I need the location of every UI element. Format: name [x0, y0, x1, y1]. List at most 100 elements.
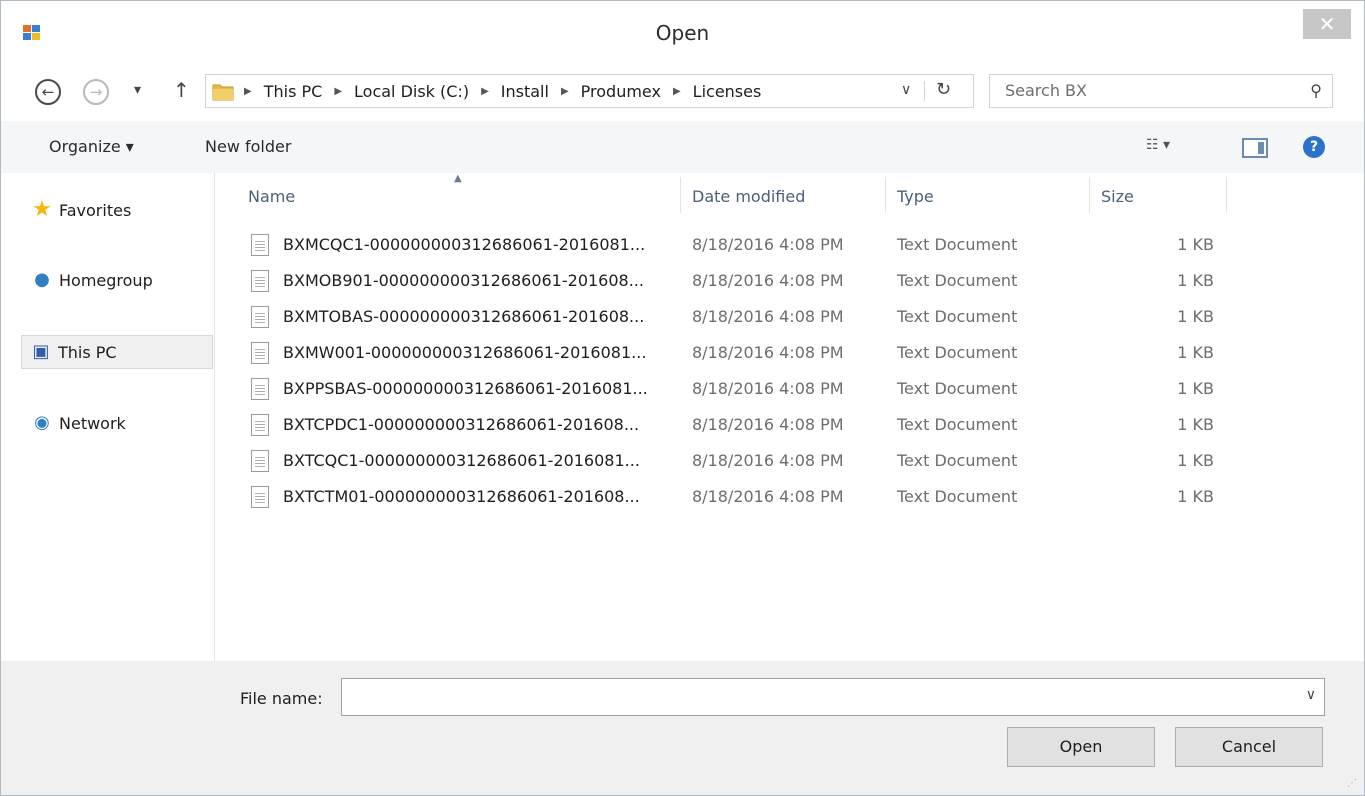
file-date: 8/18/2016 4:08 PM: [692, 307, 844, 326]
sidebar-item-this-pc[interactable]: ▣ This PC: [21, 335, 213, 369]
breadcrumb-this-pc[interactable]: This PC: [264, 82, 323, 101]
file-size: 1 KB: [1177, 271, 1214, 290]
preview-pane-icon[interactable]: [1242, 138, 1268, 158]
address-dropdown-icon[interactable]: ∨: [901, 82, 911, 98]
file-date: 8/18/2016 4:08 PM: [692, 271, 844, 290]
file-name: BXTCTM01-000000000312686061-201608...: [283, 487, 640, 506]
folder-icon: [212, 84, 234, 101]
file-row[interactable]: BXMCQC1-000000000312686061-2016081... 8/…: [216, 229, 1364, 265]
new-folder-button[interactable]: New folder: [205, 137, 291, 156]
file-date: 8/18/2016 4:08 PM: [692, 487, 844, 506]
sidebar-item-network[interactable]: ◉ Network: [21, 406, 213, 440]
file-type: Text Document: [897, 415, 1018, 434]
text-file-icon: [251, 486, 269, 508]
file-row[interactable]: BXTCPDC1-000000000312686061-201608... 8/…: [216, 409, 1364, 445]
refresh-icon[interactable]: ↻: [936, 79, 951, 100]
file-size: 1 KB: [1177, 307, 1214, 326]
title-bar[interactable]: Open ✕: [1, 1, 1364, 63]
command-bar: Organize ▾ New folder ☷ ▾ ?: [1, 121, 1364, 173]
breadcrumb-produmex[interactable]: Produmex: [581, 82, 661, 101]
chevron-down-icon[interactable]: ∨: [1306, 687, 1316, 703]
column-header-name[interactable]: Name: [248, 187, 295, 217]
help-icon-glyph: ?: [1309, 139, 1319, 155]
text-file-icon: [251, 234, 269, 256]
sidebar-item-homegroup[interactable]: ● Homegroup: [21, 263, 213, 297]
breadcrumb-local-disk[interactable]: Local Disk (C:): [354, 82, 469, 101]
content-area: ★ Favorites ● Homegroup ▣ This PC ◉ Netw…: [1, 173, 1364, 661]
file-size: 1 KB: [1177, 379, 1214, 398]
file-type: Text Document: [897, 307, 1018, 326]
file-size: 1 KB: [1177, 343, 1214, 362]
dialog-footer: File name: ∨ Open Cancel ⋰: [1, 661, 1364, 795]
text-file-icon: [251, 270, 269, 292]
file-row[interactable]: BXMW001-000000000312686061-2016081... 8/…: [216, 337, 1364, 373]
column-divider[interactable]: [1226, 177, 1227, 213]
up-button[interactable]: ↑: [173, 78, 190, 102]
file-date: 8/18/2016 4:08 PM: [692, 415, 844, 434]
column-divider[interactable]: [680, 177, 681, 213]
file-name: BXPPSBAS-000000000312686061-2016081...: [283, 379, 648, 398]
file-row[interactable]: BXMOB901-000000000312686061-201608... 8/…: [216, 265, 1364, 301]
text-file-icon: [251, 450, 269, 472]
text-file-icon: [251, 378, 269, 400]
file-row[interactable]: BXTCTM01-000000000312686061-201608... 8/…: [216, 481, 1364, 517]
computer-icon: ▣: [32, 341, 50, 362]
file-date: 8/18/2016 4:08 PM: [692, 235, 844, 254]
search-input[interactable]: Search BX ⚲: [989, 74, 1333, 108]
search-placeholder: Search BX: [1005, 81, 1087, 100]
file-name: BXMOB901-000000000312686061-201608...: [283, 271, 644, 290]
breadcrumb: ▶ This PC ▶ Local Disk (C:) ▶ Install ▶ …: [244, 75, 761, 107]
chevron-down-icon: ▾: [134, 82, 142, 98]
search-icon[interactable]: ⚲: [1310, 81, 1322, 100]
breadcrumb-separator-icon[interactable]: ▶: [481, 86, 489, 97]
close-icon: ✕: [1318, 12, 1336, 36]
back-arrow-icon: ←: [41, 83, 55, 101]
breadcrumb-licenses[interactable]: Licenses: [693, 82, 762, 101]
forward-button[interactable]: →: [83, 79, 109, 105]
change-view-icon[interactable]: ☷ ▾: [1146, 137, 1170, 153]
column-header-type[interactable]: Type: [897, 187, 934, 217]
breadcrumb-separator-icon[interactable]: ▶: [334, 86, 342, 97]
file-type: Text Document: [897, 343, 1018, 362]
file-name: BXTCQC1-000000000312686061-2016081...: [283, 451, 640, 470]
sidebar-item-label: Favorites: [59, 200, 132, 220]
column-header-date-modified[interactable]: Date modified: [692, 187, 805, 217]
file-row[interactable]: BXMTOBAS-000000000312686061-201608... 8/…: [216, 301, 1364, 337]
file-name: BXMCQC1-000000000312686061-2016081...: [283, 235, 646, 254]
file-row[interactable]: BXPPSBAS-000000000312686061-2016081... 8…: [216, 373, 1364, 409]
file-size: 1 KB: [1177, 235, 1214, 254]
resize-grip-icon[interactable]: ⋰: [1347, 778, 1357, 789]
column-divider[interactable]: [885, 177, 886, 213]
open-dialog: Open ✕ ← → ▾ ↑ ▶ This PC ▶ Local Disk (C…: [0, 0, 1365, 796]
sidebar-item-label: This PC: [58, 342, 117, 362]
file-name: BXMW001-000000000312686061-2016081...: [283, 343, 647, 362]
window-title: Open: [655, 21, 710, 45]
column-divider[interactable]: [1089, 177, 1090, 213]
up-arrow-icon: ↑: [173, 78, 190, 102]
column-header-size[interactable]: Size: [1101, 187, 1134, 217]
close-button[interactable]: ✕: [1303, 9, 1351, 39]
organize-button[interactable]: Organize ▾: [49, 137, 134, 156]
text-file-icon: [251, 342, 269, 364]
homegroup-icon: ●: [34, 269, 50, 290]
text-file-icon: [251, 306, 269, 328]
open-button[interactable]: Open: [1007, 727, 1155, 767]
back-button[interactable]: ←: [35, 79, 61, 105]
file-size: 1 KB: [1177, 415, 1214, 434]
file-name: BXMTOBAS-000000000312686061-201608...: [283, 307, 645, 326]
address-bar[interactable]: ▶ This PC ▶ Local Disk (C:) ▶ Install ▶ …: [205, 74, 974, 108]
breadcrumb-separator-icon[interactable]: ▶: [673, 86, 681, 97]
breadcrumb-separator-icon[interactable]: ▶: [561, 86, 569, 97]
sidebar-item-favorites[interactable]: ★ Favorites: [21, 193, 213, 227]
breadcrumb-install[interactable]: Install: [501, 82, 549, 101]
file-size: 1 KB: [1177, 487, 1214, 506]
file-type: Text Document: [897, 271, 1018, 290]
recent-locations-button[interactable]: ▾: [134, 82, 141, 98]
cancel-button[interactable]: Cancel: [1175, 727, 1323, 767]
breadcrumb-separator-icon: ▶: [244, 85, 252, 97]
sidebar-item-label: Network: [59, 413, 126, 433]
help-icon[interactable]: ?: [1303, 136, 1325, 158]
file-row[interactable]: BXTCQC1-000000000312686061-2016081... 8/…: [216, 445, 1364, 481]
text-file-icon: [251, 414, 269, 436]
file-name-field[interactable]: ∨: [341, 678, 1325, 716]
